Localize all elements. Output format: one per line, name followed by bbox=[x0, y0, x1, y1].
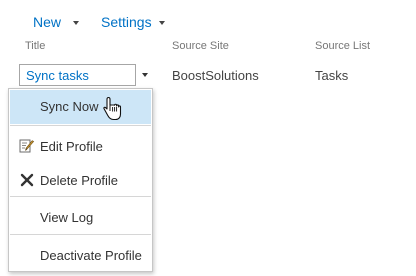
menu-divider bbox=[10, 196, 151, 197]
menu-item-label: Edit Profile bbox=[40, 139, 103, 154]
menu-item-label: Delete Profile bbox=[40, 173, 119, 188]
menu-item-label: Deactivate Profile bbox=[40, 248, 142, 263]
context-menu: Sync Now Edit Profile Delete Profile Vie… bbox=[8, 88, 153, 272]
menu-divider bbox=[10, 125, 151, 126]
chevron-down-icon[interactable] bbox=[158, 21, 165, 25]
toolbar: New Settings bbox=[0, 0, 416, 34]
menu-item-delete-profile[interactable]: Delete Profile bbox=[10, 165, 151, 195]
delete-x-icon bbox=[19, 172, 35, 188]
hand-cursor-icon bbox=[103, 96, 123, 122]
row-source-list: Tasks bbox=[315, 68, 349, 83]
new-button[interactable]: New bbox=[33, 13, 80, 31]
menu-item-deactivate-profile[interactable]: Deactivate Profile bbox=[10, 240, 151, 270]
settings-button[interactable]: Settings bbox=[101, 13, 165, 31]
edit-pencil-icon bbox=[19, 138, 35, 154]
column-header-source-site[interactable]: Source Site bbox=[172, 40, 229, 52]
menu-item-label: Sync Now bbox=[40, 99, 99, 114]
menu-divider bbox=[10, 234, 151, 235]
column-header-title[interactable]: Title bbox=[25, 40, 45, 52]
menu-item-edit-profile[interactable]: Edit Profile bbox=[10, 131, 151, 161]
menu-item-sync-now[interactable]: Sync Now bbox=[10, 90, 151, 124]
settings-label: Settings bbox=[101, 14, 152, 30]
row-source-site: BoostSolutions bbox=[172, 68, 259, 83]
menu-item-label: View Log bbox=[40, 210, 94, 225]
column-header-source-list[interactable]: Source List bbox=[315, 40, 370, 52]
row-title-text[interactable]: Sync tasks bbox=[26, 68, 89, 83]
row-menu-chevron-icon[interactable] bbox=[142, 73, 148, 77]
chevron-down-icon[interactable] bbox=[73, 21, 80, 25]
menu-item-view-log[interactable]: View Log bbox=[10, 202, 151, 232]
row-title-link[interactable]: Sync tasks bbox=[19, 64, 136, 86]
new-label: New bbox=[33, 14, 62, 30]
